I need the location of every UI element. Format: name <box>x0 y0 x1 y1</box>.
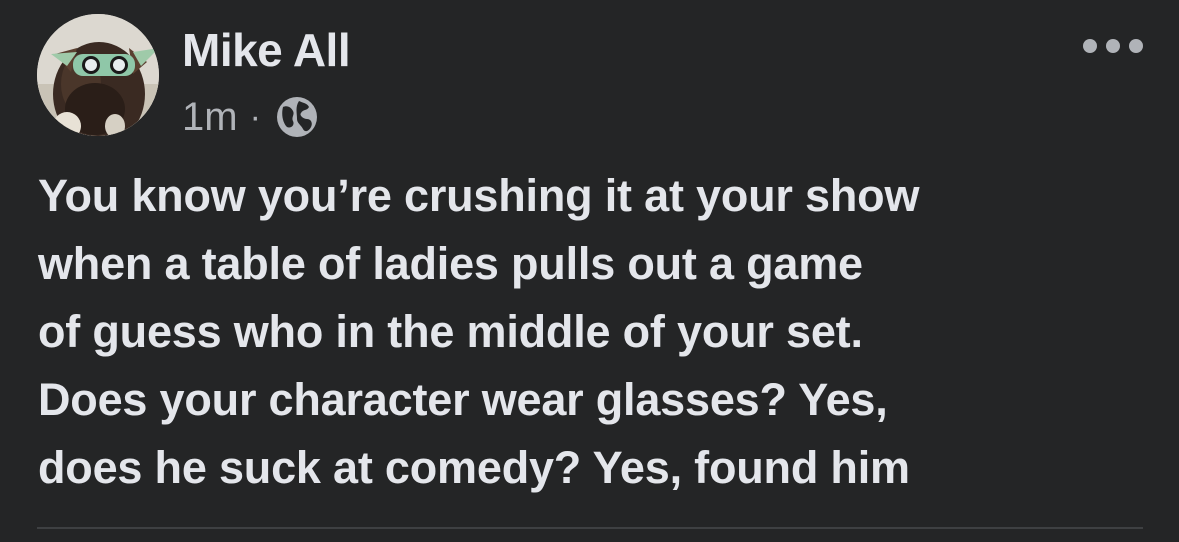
more-options-button[interactable] <box>1083 28 1143 64</box>
more-options-icon-dot <box>1129 39 1143 53</box>
avatar-photo <box>37 14 159 136</box>
post-text-line: You know you’re crushing it at your show <box>38 170 920 221</box>
author-avatar[interactable] <box>37 14 159 136</box>
post-text-line: when a table of ladies pulls out a game <box>38 238 863 289</box>
post-text-line: Does your character wear glasses? Yes, <box>38 374 888 425</box>
globe-icon[interactable] <box>273 93 321 141</box>
post-text-line: of guess who in the middle of your set. <box>38 306 863 357</box>
post-body: You know you’re crushing it at your show… <box>38 162 1158 502</box>
post-meta: 1m · <box>182 94 321 140</box>
meta-separator: · <box>249 98 261 136</box>
post-timestamp[interactable]: 1m <box>182 97 238 137</box>
post-text-line: does he suck at comedy? Yes, found him <box>38 442 910 493</box>
author-name[interactable]: Mike All <box>182 27 351 73</box>
post-card: Mike All 1m · You know you’re crushing i… <box>0 0 1179 542</box>
more-options-icon-dot <box>1106 39 1120 53</box>
divider <box>37 527 1143 529</box>
more-options-icon <box>1083 39 1097 53</box>
